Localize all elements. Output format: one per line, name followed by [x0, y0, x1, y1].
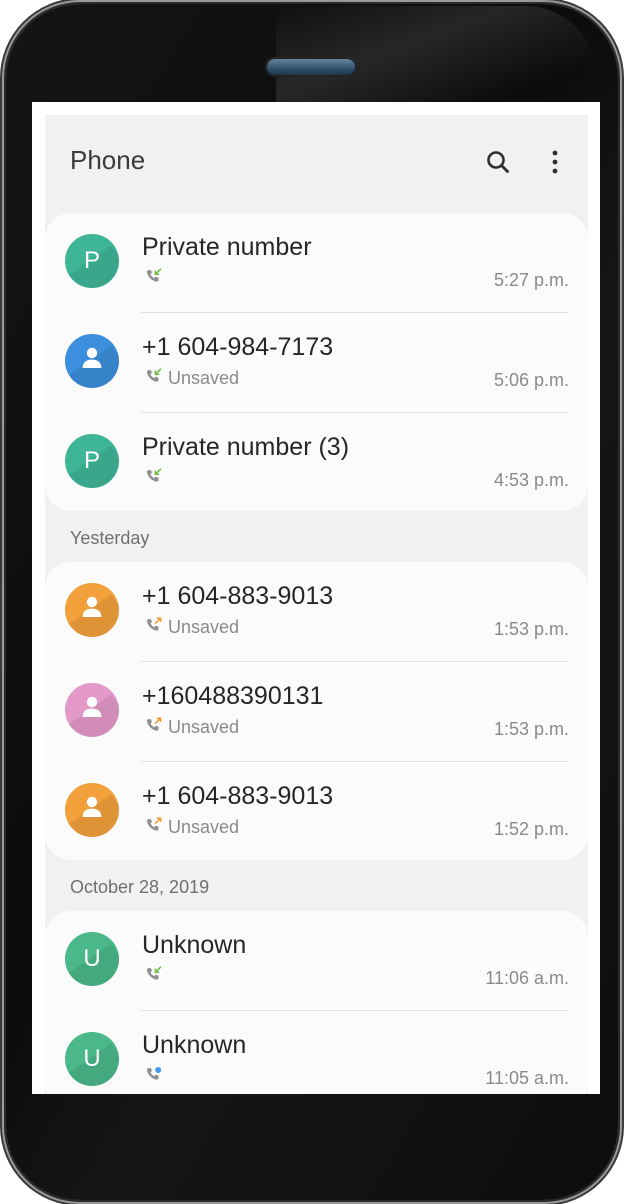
number-status-label: Unsaved: [168, 616, 240, 637]
call-time: 1:52 p.m.: [493, 819, 569, 839]
contact-avatar[interactable]: U: [65, 1032, 119, 1086]
voicemail-call-icon: [145, 1066, 162, 1087]
call-log-item[interactable]: U Unknown 11:05 a.m.: [45, 1011, 588, 1094]
person-icon: [78, 344, 106, 379]
caller-name: Private number: [142, 233, 312, 261]
call-time: 4:53 p.m.: [493, 470, 569, 490]
number-status-label: Unsaved: [168, 716, 240, 737]
call-log-item[interactable]: U Unknown 11:06 a.m.: [45, 911, 588, 1011]
avatar-letter: P: [83, 247, 100, 274]
call-log: P Private number 5:27 p.m. +1 604-984-7173 U…: [45, 115, 588, 1094]
call-group-card: U Unknown 11:06 a.m. U Unknown 11:05 a.m.: [45, 911, 588, 1094]
call-time: 1:53 p.m.: [493, 619, 569, 639]
caller-name: +160488390131: [142, 682, 324, 710]
outgoing-call-icon: [145, 716, 162, 738]
outgoing-call-icon: [145, 816, 162, 838]
contact-avatar[interactable]: P: [65, 434, 119, 488]
number-status-label: Unsaved: [168, 367, 240, 388]
call-log-item[interactable]: +1 604-883-9013 Unsaved 1:53 p.m.: [45, 562, 588, 662]
outgoing-call-icon: [145, 616, 162, 638]
call-group-card: P Private number 5:27 p.m. +1 604-984-7173 U…: [45, 213, 588, 511]
avatar-letter: U: [83, 945, 101, 972]
section-header: Yesterday: [70, 528, 150, 548]
contact-avatar[interactable]: U: [65, 932, 119, 986]
phone-frame: Phone P Private number 5:27 p.m. +1 604-98: [6, 4, 618, 1200]
person-avatar[interactable]: [65, 683, 119, 737]
incoming-call-icon: [145, 367, 162, 389]
incoming-call-icon: [145, 267, 162, 289]
call-details: [145, 267, 162, 289]
caller-name: Unknown: [142, 1031, 247, 1059]
call-time: 5:27 p.m.: [493, 270, 569, 290]
call-time: 5:06 p.m.: [493, 370, 569, 390]
call-time: 11:05 a.m.: [485, 1068, 569, 1088]
call-details: Unsaved: [145, 617, 239, 637]
call-log-item[interactable]: P Private number (3) 4:53 p.m.: [45, 413, 588, 513]
phone-glare: [276, 6, 596, 106]
call-time: 11:06 a.m.: [485, 968, 569, 988]
phone-screen: Phone P Private number 5:27 p.m. +1 604-98: [32, 102, 600, 1094]
call-group-card: +1 604-883-9013 Unsaved 1:53 p.m. +16048839…: [45, 562, 588, 860]
call-log-item[interactable]: +1 604-984-7173 Unsaved 5:06 p.m.: [45, 313, 588, 413]
phone-app: Phone P Private number 5:27 p.m. +1 604-98: [45, 115, 588, 1094]
call-log-item[interactable]: +160488390131 Unsaved 1:53 p.m.: [45, 662, 588, 762]
caller-name: Unknown: [142, 931, 247, 959]
call-details: Unsaved: [145, 817, 239, 837]
contact-avatar[interactable]: P: [65, 234, 119, 288]
call-log-item[interactable]: +1 604-883-9013 Unsaved 1:52 p.m.: [45, 762, 588, 862]
call-details: [145, 965, 162, 987]
call-log-item[interactable]: P Private number 5:27 p.m.: [45, 213, 588, 313]
caller-name: +1 604-883-9013: [142, 782, 334, 810]
call-details: Unsaved: [145, 368, 239, 388]
earpiece-speaker: [265, 57, 357, 77]
section-header: October 28, 2019: [70, 877, 210, 897]
person-icon: [78, 693, 106, 728]
caller-name: +1 604-984-7173: [142, 333, 334, 361]
call-time: 1:53 p.m.: [493, 719, 569, 739]
incoming-call-icon: [145, 467, 162, 489]
person-avatar[interactable]: [65, 334, 119, 388]
person-icon: [78, 593, 106, 628]
avatar-letter: P: [83, 447, 100, 474]
avatar-letter: U: [83, 1045, 101, 1072]
call-details: [145, 467, 162, 489]
number-status-label: Unsaved: [168, 816, 240, 837]
person-avatar[interactable]: [65, 583, 119, 637]
incoming-call-icon: [145, 965, 162, 987]
person-avatar[interactable]: [65, 783, 119, 837]
call-details: [145, 1066, 162, 1086]
call-details: Unsaved: [145, 717, 239, 737]
caller-name: Private number (3): [142, 433, 350, 461]
caller-name: +1 604-883-9013: [142, 582, 334, 610]
person-icon: [78, 793, 106, 828]
